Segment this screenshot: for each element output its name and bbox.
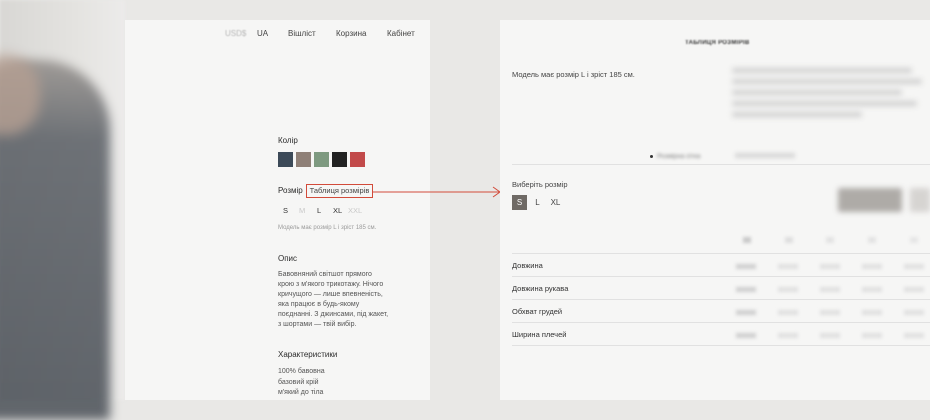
column-header bbox=[743, 237, 751, 243]
table-row-label: Довжина рукава bbox=[512, 284, 569, 293]
description-text: Бавовняний світшот прямого крою з м'яког… bbox=[278, 270, 418, 330]
size-option-m: M bbox=[299, 206, 306, 215]
description-line: яка працює в будь-якому bbox=[278, 301, 360, 308]
model-size-note: Модель має розмір L і зріст 185 см. bbox=[278, 225, 377, 231]
column-header bbox=[910, 237, 918, 243]
color-swatch[interactable] bbox=[278, 152, 293, 167]
column-header bbox=[868, 237, 876, 243]
characteristic-item: базовий крій bbox=[278, 378, 319, 386]
product-photo bbox=[0, 0, 125, 420]
description-title: Опис bbox=[278, 254, 298, 263]
modal-size-xl[interactable]: XL bbox=[548, 195, 563, 210]
product-info-panel bbox=[125, 20, 430, 400]
blurred-description bbox=[732, 68, 922, 123]
choose-size-label: Виберіть розмір bbox=[512, 180, 568, 189]
pointer-arrow bbox=[373, 186, 501, 198]
color-label: Колір bbox=[278, 136, 298, 145]
characteristic-item: 100% бавовна bbox=[278, 368, 325, 375]
characteristics-list: 100% бавовна базовий крій м'який до тіла bbox=[278, 367, 325, 399]
table-row-label: Обхват грудей bbox=[512, 307, 563, 316]
table-divider bbox=[512, 299, 930, 300]
bullet-label: Розмірна сітка bbox=[657, 153, 701, 160]
nav-wishlist-link[interactable]: Вішліст bbox=[288, 29, 316, 38]
description-line: поєднанні. З джинсами, під жакет, bbox=[278, 311, 389, 318]
modal-size-s[interactable]: S bbox=[512, 195, 527, 210]
color-swatch[interactable] bbox=[350, 152, 365, 167]
description-line: з шортами — твій вибір. bbox=[278, 321, 357, 328]
language-selector[interactable]: UA bbox=[257, 29, 268, 38]
modal-size-l[interactable]: L bbox=[530, 195, 545, 210]
color-swatches bbox=[278, 152, 365, 167]
column-header bbox=[785, 237, 793, 243]
description-line: Бавовняний світшот прямого bbox=[278, 271, 372, 278]
table-divider bbox=[512, 276, 930, 277]
size-option-xxl: XXL bbox=[348, 206, 363, 215]
size-label: Розмір bbox=[278, 186, 303, 195]
size-option-l[interactable]: L bbox=[317, 206, 321, 215]
size-option-s[interactable]: S bbox=[283, 206, 288, 215]
table-divider bbox=[512, 322, 930, 323]
size-guide-link[interactable]: Таблиця розмірів bbox=[306, 184, 373, 198]
blurred-value bbox=[735, 153, 795, 158]
characteristic-item: м'який до тіла bbox=[278, 389, 324, 396]
modal-model-note: Модель має розмір L і зріст 185 см. bbox=[512, 70, 635, 79]
color-swatch[interactable] bbox=[314, 152, 329, 167]
divider bbox=[512, 164, 930, 165]
modal-title: ТАБЛИЦЯ РОЗМІРІВ bbox=[685, 40, 750, 46]
size-grid-bullet[interactable]: Розмірна сітка bbox=[650, 153, 700, 160]
description-line: кричущого — лише впевненість, bbox=[278, 291, 383, 298]
bullet-icon bbox=[650, 154, 653, 158]
column-header bbox=[826, 237, 834, 243]
color-swatch[interactable] bbox=[296, 152, 311, 167]
currency-selector[interactable]: USD$ bbox=[225, 29, 246, 38]
nav-account-link[interactable]: Кабінет bbox=[387, 29, 415, 38]
table-row-label: Ширина плечей bbox=[512, 330, 567, 339]
table-divider bbox=[512, 345, 930, 346]
table-divider bbox=[512, 253, 930, 254]
nav-cart-link[interactable]: Корзина bbox=[336, 29, 366, 38]
characteristics-title: Характеристики bbox=[278, 350, 338, 359]
blurred-secondary-button[interactable] bbox=[910, 188, 930, 212]
color-swatch[interactable] bbox=[332, 152, 347, 167]
size-option-xl[interactable]: XL bbox=[333, 206, 342, 215]
table-row-label: Довжина bbox=[512, 261, 543, 270]
description-line: крою з м'якого трикотажу. Нічого bbox=[278, 281, 384, 288]
blurred-action-button[interactable] bbox=[838, 188, 902, 212]
